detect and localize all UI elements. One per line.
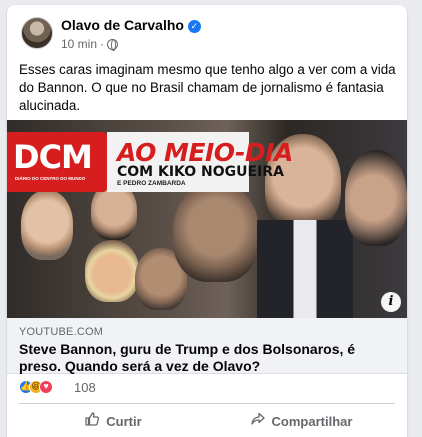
post-card: Olavo de Carvalho ✓ 10 min · Esses caras i…	[7, 5, 407, 437]
link-title[interactable]: Steve Bannon, guru de Trump e dos Bolson…	[19, 341, 397, 375]
author-name-row: Olavo de Carvalho ✓	[61, 17, 201, 33]
share-icon	[250, 411, 266, 431]
post-actions: Curtir Compartilhar	[19, 405, 395, 437]
photo-person-5	[173, 182, 259, 282]
author-name[interactable]: Olavo de Carvalho	[61, 17, 184, 33]
show-host: COM KIKO NOGUEIRA	[117, 164, 284, 180]
link-domain: YOUTUBE.COM	[19, 326, 104, 338]
actions-divider	[19, 403, 395, 404]
show-title: AO MEIO-DIA	[117, 138, 293, 167]
like-label: Curtir	[106, 413, 142, 429]
share-label: Compartilhar	[271, 413, 353, 429]
globe-icon	[107, 39, 119, 51]
reaction-count[interactable]: 108	[74, 380, 96, 395]
post-meta: 10 min ·	[61, 37, 119, 51]
like-button[interactable]: Curtir	[19, 405, 207, 437]
verified-check-icon: ✓	[187, 20, 201, 33]
info-icon[interactable]: i	[381, 292, 401, 312]
link-preview[interactable]: YOUTUBE.COM Steve Bannon, guru de Trump …	[7, 318, 407, 374]
meta-separator: ·	[100, 37, 105, 51]
video-thumbnail[interactable]: DCM DIÁRIO DO CENTRO DO MUNDO AO MEIO-DI…	[7, 120, 407, 318]
photo-suit	[257, 220, 353, 318]
dcm-logo: DCM	[13, 138, 93, 176]
share-button[interactable]: Compartilhar	[207, 405, 395, 437]
post-header: Olavo de Carvalho ✓ 10 min ·	[19, 13, 395, 53]
photo-person-1	[21, 190, 73, 260]
post-time[interactable]: 10 min	[61, 37, 97, 51]
dcm-logo-subtitle: DIÁRIO DO CENTRO DO MUNDO	[15, 176, 86, 181]
love-icon: ♥	[39, 380, 53, 394]
show-cohost: E PEDRO ZAMBARDA	[117, 180, 186, 187]
thumbs-up-icon	[84, 411, 100, 431]
photo-person-7	[345, 150, 407, 246]
photo-person-3	[85, 240, 139, 302]
author-avatar[interactable]	[21, 17, 53, 49]
post-text: Esses caras imaginam mesmo que tenho alg…	[19, 62, 396, 113]
